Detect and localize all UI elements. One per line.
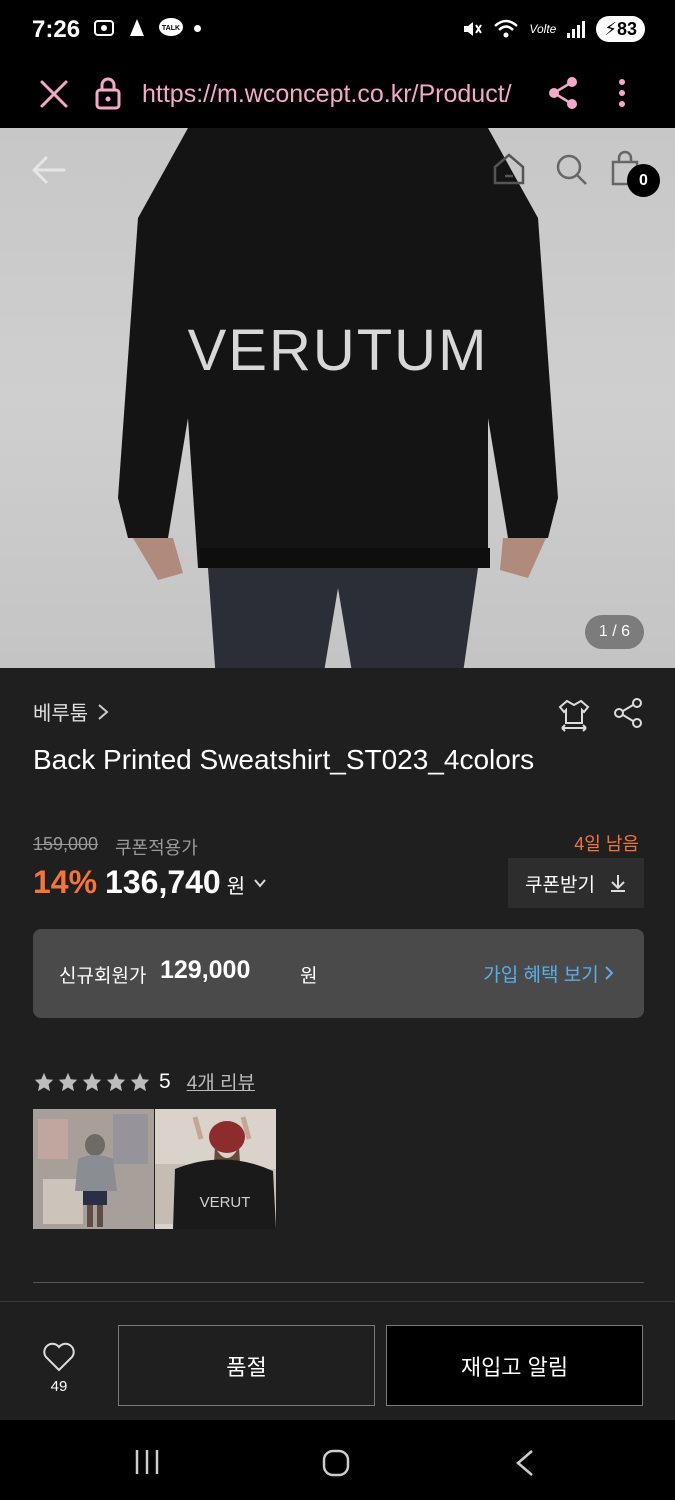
notification-icons: TALK [92, 16, 201, 40]
svg-text:TALK: TALK [162, 25, 180, 32]
price-row[interactable]: 14% 136,740 원 [33, 864, 267, 901]
product-image[interactable]: VERUTUM 0 1 / 6 [0, 128, 675, 668]
review-photo-thumbnail[interactable] [33, 1109, 154, 1229]
coupon-download-button[interactable]: 쿠폰받기 [508, 858, 644, 908]
brand-link[interactable]: 베루툼 [33, 697, 110, 726]
sweatshirt-image: VERUTUM [118, 128, 558, 668]
restock-alert-button[interactable]: 재입고 알림 [386, 1325, 643, 1406]
sweatshirt-print: VERUTUM [188, 318, 489, 383]
back-icon[interactable] [512, 1448, 538, 1478]
section-divider [33, 1282, 644, 1283]
home-button-icon[interactable] [321, 1448, 351, 1478]
system-nav-bar [0, 1420, 675, 1500]
coupon-price-label: 쿠폰적용가 [115, 838, 198, 858]
brand-name: 베루툼 [33, 703, 89, 725]
search-icon[interactable] [552, 150, 590, 188]
star-icon [34, 1072, 54, 1091]
home-icon[interactable] [490, 150, 528, 188]
currency: 원 [226, 876, 246, 898]
status-time: 7:26 [32, 16, 81, 43]
battery-indicator: ⚡83 [596, 16, 645, 42]
browser-url-bar: https://m.wconcept.co.kr/Product/ [0, 62, 675, 128]
review-photo-thumbnail[interactable]: VERUT [155, 1109, 276, 1229]
soldout-button[interactable]: 품절 [118, 1325, 375, 1406]
battery-level: 83 [616, 19, 637, 39]
product-actions [556, 697, 644, 733]
review-count-link[interactable]: 4개 리뷰 [187, 1068, 255, 1095]
star-icon [106, 1072, 126, 1091]
chevron-right-icon [605, 966, 614, 980]
rating-score: 5 [159, 1069, 171, 1093]
back-arrow-icon[interactable] [28, 150, 68, 190]
download-icon [610, 875, 625, 892]
member-benefit-link-label: 가입 혜택 보기 [483, 965, 599, 986]
wifi-icon [494, 19, 519, 38]
coupon-button-label: 쿠폰받기 [525, 874, 595, 896]
member-price-label: 신규회원가 [59, 966, 147, 987]
close-icon[interactable] [36, 76, 72, 112]
review-print: VERUT [200, 1194, 251, 1211]
review-photo-2: VERUT [155, 1109, 276, 1229]
signal-icon [567, 21, 586, 38]
network-label: Volte [529, 22, 557, 36]
member-benefit-link[interactable]: 가입 혜택 보기 [483, 960, 614, 987]
more-icon[interactable] [608, 74, 636, 112]
bottom-action-bar: 49 품절 재입고 알림 [0, 1301, 675, 1420]
chevron-right-icon [98, 703, 109, 720]
chevron-down-icon [254, 878, 266, 888]
product-title: Back Printed Sweatshirt_ST023_4colors [33, 744, 535, 775]
days-left: 4일 남음 [574, 834, 639, 854]
share-icon[interactable] [546, 74, 582, 112]
more-notifications-dot [194, 24, 201, 32]
review-photo-1 [33, 1109, 154, 1229]
star-icon [58, 1072, 78, 1091]
heart-icon[interactable] [42, 1342, 76, 1372]
discount-rate: 14% [33, 864, 98, 900]
cart-count-badge[interactable]: 0 [627, 164, 660, 197]
status-bar: 7:26 TALK Volte ⚡83 [0, 0, 675, 62]
original-price: 159,000 [33, 834, 99, 854]
lock-icon[interactable] [92, 76, 124, 112]
star-icon [82, 1072, 102, 1091]
image-page-indicator: 1 / 6 [585, 615, 644, 649]
star-icon [130, 1072, 150, 1091]
screenshot-icon [94, 20, 114, 36]
talk-icon: TALK [159, 18, 183, 36]
app-notification-icon [130, 19, 144, 36]
url-text[interactable]: https://m.wconcept.co.kr/Product/ [142, 77, 524, 111]
system-icons: Volte ⚡83 [461, 16, 645, 42]
recents-icon[interactable] [132, 1448, 162, 1476]
size-guide-icon[interactable] [556, 697, 592, 733]
member-price: 129,000 [160, 956, 251, 984]
member-currency: 원 [300, 966, 318, 987]
new-member-price-banner[interactable]: 신규회원가 129,000 원 가입 혜택 보기 [33, 929, 644, 1018]
rating-row: 5 4개 리뷰 [33, 1068, 255, 1095]
share-icon[interactable] [612, 697, 644, 729]
like-count: 49 [50, 1378, 68, 1395]
mute-icon [464, 22, 483, 36]
sale-price: 136,740 [105, 864, 221, 900]
